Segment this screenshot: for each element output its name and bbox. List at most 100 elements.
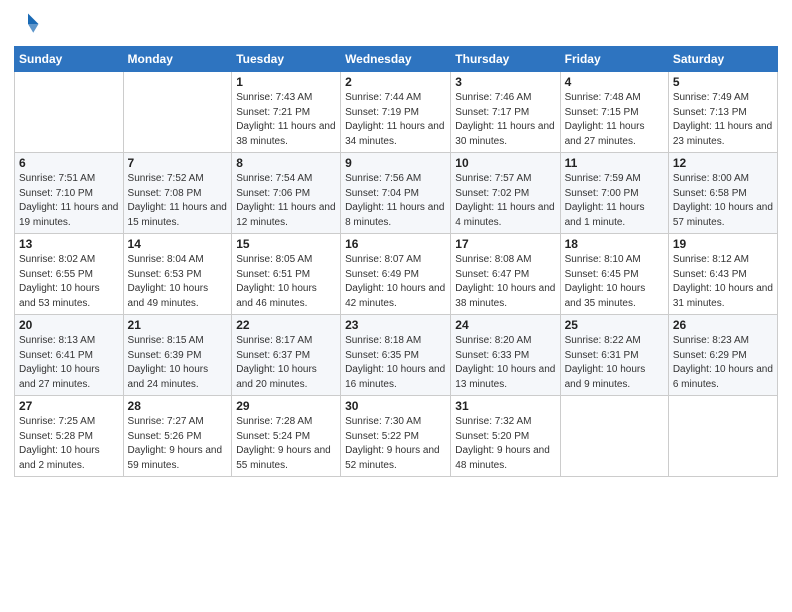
calendar-cell: 7 Sunrise: 7:52 AM Sunset: 7:08 PM Daylig…	[123, 153, 232, 234]
day-info: Sunrise: 7:51 AM Sunset: 7:10 PM Dayligh…	[19, 172, 119, 230]
weekday-header-wednesday: Wednesday	[341, 47, 451, 72]
calendar-cell: 16 Sunrise: 8:07 AM Sunset: 6:49 PM Dayli…	[341, 234, 451, 315]
calendar-cell	[668, 396, 777, 477]
calendar-cell: 19Sunrise: 8:12 AM Sunset: 6:43 PM Dayli…	[668, 234, 777, 315]
day-number: 31	[455, 399, 555, 413]
calendar-cell: 9Sunrise: 7:56 AM Sunset: 7:04 PM Daylig…	[341, 153, 451, 234]
calendar-cell: 29 Sunrise: 7:28 AM Sunset: 5:24 PM Dayli…	[232, 396, 341, 477]
calendar-cell: 3 Sunrise: 7:46 AM Sunset: 7:17 PM Daylig…	[451, 72, 560, 153]
day-number: 16	[345, 237, 446, 251]
day-info: Sunrise: 7:54 AM Sunset: 7:06 PM Dayligh…	[236, 172, 336, 230]
calendar-cell: 22 Sunrise: 8:17 AM Sunset: 6:37 PM Dayli…	[232, 315, 341, 396]
day-number: 7	[128, 156, 228, 170]
calendar-cell: 26 Sunrise: 8:23 AM Sunset: 6:29 PM Dayli…	[668, 315, 777, 396]
calendar-cell: 5 Sunrise: 7:49 AM Sunset: 7:13 PM Daylig…	[668, 72, 777, 153]
calendar-cell: 6 Sunrise: 7:51 AM Sunset: 7:10 PM Daylig…	[15, 153, 124, 234]
day-number: 30	[345, 399, 446, 413]
calendar-cell: 23 Sunrise: 8:18 AM Sunset: 6:35 PM Dayli…	[341, 315, 451, 396]
calendar-cell: 21 Sunrise: 8:15 AM Sunset: 6:39 PM Dayli…	[123, 315, 232, 396]
calendar-cell: 15 Sunrise: 8:05 AM Sunset: 6:51 PM Dayli…	[232, 234, 341, 315]
calendar-cell: 13 Sunrise: 8:02 AM Sunset: 6:55 PM Dayli…	[15, 234, 124, 315]
day-info: Sunrise: 7:46 AM Sunset: 7:17 PM Dayligh…	[455, 91, 555, 149]
calendar-cell: 18 Sunrise: 8:10 AM Sunset: 6:45 PM Dayli…	[560, 234, 668, 315]
page: SundayMondayTuesdayWednesdayThursdayFrid…	[0, 0, 792, 612]
day-info: Sunrise: 8:15 AM Sunset: 6:39 PM Dayligh…	[128, 334, 228, 392]
calendar-cell	[560, 396, 668, 477]
calendar-cell: 24 Sunrise: 8:20 AM Sunset: 6:33 PM Dayli…	[451, 315, 560, 396]
day-number: 6	[19, 156, 119, 170]
weekday-header-monday: Monday	[123, 47, 232, 72]
day-info: Sunrise: 8:17 AM Sunset: 6:37 PM Dayligh…	[236, 334, 336, 392]
day-info: Sunrise: 8:10 AM Sunset: 6:45 PM Dayligh…	[565, 253, 664, 311]
week-row-1: 1Sunrise: 7:43 AM Sunset: 7:21 PM Daylig…	[15, 72, 778, 153]
weekday-header-sunday: Sunday	[15, 47, 124, 72]
day-info: Sunrise: 7:59 AM Sunset: 7:00 PM Dayligh…	[565, 172, 664, 230]
day-info: Sunrise: 8:13 AM Sunset: 6:41 PM Dayligh…	[19, 334, 119, 392]
day-number: 10	[455, 156, 555, 170]
day-info: Sunrise: 8:22 AM Sunset: 6:31 PM Dayligh…	[565, 334, 664, 392]
day-info: Sunrise: 7:28 AM Sunset: 5:24 PM Dayligh…	[236, 415, 336, 473]
day-info: Sunrise: 8:12 AM Sunset: 6:43 PM Dayligh…	[673, 253, 773, 311]
day-number: 11	[565, 156, 664, 170]
day-info: Sunrise: 7:25 AM Sunset: 5:28 PM Dayligh…	[19, 415, 119, 473]
day-number: 1	[236, 75, 336, 89]
day-info: Sunrise: 8:05 AM Sunset: 6:51 PM Dayligh…	[236, 253, 336, 311]
day-number: 24	[455, 318, 555, 332]
day-info: Sunrise: 8:00 AM Sunset: 6:58 PM Dayligh…	[673, 172, 773, 230]
calendar-cell: 14Sunrise: 8:04 AM Sunset: 6:53 PM Dayli…	[123, 234, 232, 315]
day-number: 3	[455, 75, 555, 89]
day-number: 15	[236, 237, 336, 251]
day-number: 13	[19, 237, 119, 251]
day-info: Sunrise: 8:20 AM Sunset: 6:33 PM Dayligh…	[455, 334, 555, 392]
calendar-cell: 1Sunrise: 7:43 AM Sunset: 7:21 PM Daylig…	[232, 72, 341, 153]
day-info: Sunrise: 8:07 AM Sunset: 6:49 PM Dayligh…	[345, 253, 446, 311]
calendar-cell: 10 Sunrise: 7:57 AM Sunset: 7:02 PM Dayli…	[451, 153, 560, 234]
day-number: 12	[673, 156, 773, 170]
day-number: 21	[128, 318, 228, 332]
day-number: 23	[345, 318, 446, 332]
logo	[14, 10, 46, 38]
day-number: 26	[673, 318, 773, 332]
logo-icon	[14, 10, 42, 38]
day-number: 29	[236, 399, 336, 413]
day-info: Sunrise: 7:52 AM Sunset: 7:08 PM Dayligh…	[128, 172, 228, 230]
weekday-header-row: SundayMondayTuesdayWednesdayThursdayFrid…	[15, 47, 778, 72]
calendar-cell: 2 Sunrise: 7:44 AM Sunset: 7:19 PM Daylig…	[341, 72, 451, 153]
calendar-cell: 20 Sunrise: 8:13 AM Sunset: 6:41 PM Dayli…	[15, 315, 124, 396]
day-number: 2	[345, 75, 446, 89]
calendar-cell: 4Sunrise: 7:48 AM Sunset: 7:15 PM Daylig…	[560, 72, 668, 153]
weekday-header-thursday: Thursday	[451, 47, 560, 72]
week-row-2: 6 Sunrise: 7:51 AM Sunset: 7:10 PM Daylig…	[15, 153, 778, 234]
calendar-cell	[123, 72, 232, 153]
day-info: Sunrise: 7:49 AM Sunset: 7:13 PM Dayligh…	[673, 91, 773, 149]
day-info: Sunrise: 7:44 AM Sunset: 7:19 PM Dayligh…	[345, 91, 446, 149]
day-info: Sunrise: 7:30 AM Sunset: 5:22 PM Dayligh…	[345, 415, 446, 473]
weekday-header-tuesday: Tuesday	[232, 47, 341, 72]
calendar-cell: 25Sunrise: 8:22 AM Sunset: 6:31 PM Dayli…	[560, 315, 668, 396]
day-info: Sunrise: 8:23 AM Sunset: 6:29 PM Dayligh…	[673, 334, 773, 392]
calendar-cell: 28 Sunrise: 7:27 AM Sunset: 5:26 PM Dayli…	[123, 396, 232, 477]
calendar-cell: 17 Sunrise: 8:08 AM Sunset: 6:47 PM Dayli…	[451, 234, 560, 315]
day-number: 4	[565, 75, 664, 89]
calendar-cell: 27 Sunrise: 7:25 AM Sunset: 5:28 PM Dayli…	[15, 396, 124, 477]
day-number: 22	[236, 318, 336, 332]
day-number: 27	[19, 399, 119, 413]
calendar-cell	[15, 72, 124, 153]
day-number: 28	[128, 399, 228, 413]
week-row-3: 13 Sunrise: 8:02 AM Sunset: 6:55 PM Dayli…	[15, 234, 778, 315]
week-row-4: 20 Sunrise: 8:13 AM Sunset: 6:41 PM Dayli…	[15, 315, 778, 396]
day-info: Sunrise: 7:57 AM Sunset: 7:02 PM Dayligh…	[455, 172, 555, 230]
day-number: 8	[236, 156, 336, 170]
day-info: Sunrise: 8:02 AM Sunset: 6:55 PM Dayligh…	[19, 253, 119, 311]
day-info: Sunrise: 8:08 AM Sunset: 6:47 PM Dayligh…	[455, 253, 555, 311]
day-info: Sunrise: 7:27 AM Sunset: 5:26 PM Dayligh…	[128, 415, 228, 473]
calendar-cell: 12 Sunrise: 8:00 AM Sunset: 6:58 PM Dayli…	[668, 153, 777, 234]
day-info: Sunrise: 8:18 AM Sunset: 6:35 PM Dayligh…	[345, 334, 446, 392]
day-number: 17	[455, 237, 555, 251]
week-row-5: 27 Sunrise: 7:25 AM Sunset: 5:28 PM Dayli…	[15, 396, 778, 477]
calendar-cell: 8 Sunrise: 7:54 AM Sunset: 7:06 PM Daylig…	[232, 153, 341, 234]
day-number: 5	[673, 75, 773, 89]
day-number: 20	[19, 318, 119, 332]
day-number: 18	[565, 237, 664, 251]
header	[14, 10, 778, 38]
